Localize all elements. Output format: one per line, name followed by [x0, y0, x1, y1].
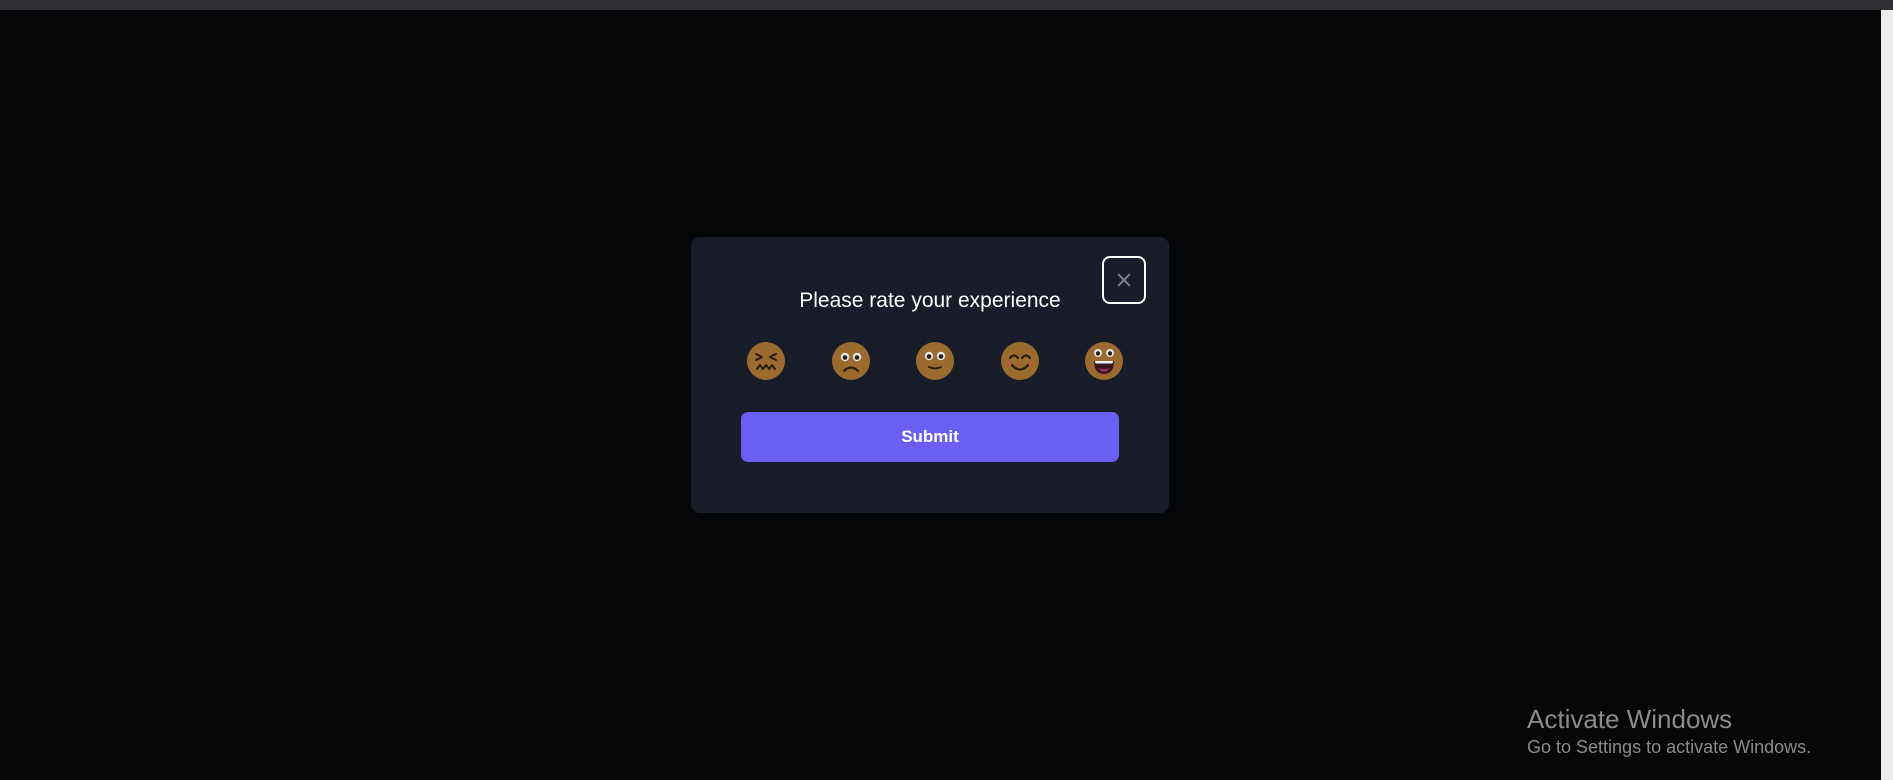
- submit-button[interactable]: Submit: [741, 412, 1119, 462]
- neutral-face-icon[interactable]: [915, 341, 955, 381]
- rating-modal: Please rate your experience Submit: [691, 237, 1169, 513]
- watermark-subtitle: Go to Settings to activate Windows.: [1527, 737, 1812, 757]
- rating-emoji-row: [746, 341, 1124, 381]
- scrollbar[interactable]: [1881, 10, 1893, 780]
- frowning-face-icon[interactable]: [831, 341, 871, 381]
- browser-top-bar: [0, 0, 1893, 10]
- close-icon: [1117, 273, 1131, 287]
- watermark-title: Activate Windows: [1527, 704, 1733, 734]
- confounded-face-icon[interactable]: [746, 341, 786, 381]
- smiling-face-icon[interactable]: [1000, 341, 1040, 381]
- windows-activation-watermark: Activate Windows Go to Settings to activ…: [1527, 702, 1811, 760]
- grinning-face-icon[interactable]: [1084, 341, 1124, 381]
- modal-title: Please rate your experience: [799, 289, 1061, 312]
